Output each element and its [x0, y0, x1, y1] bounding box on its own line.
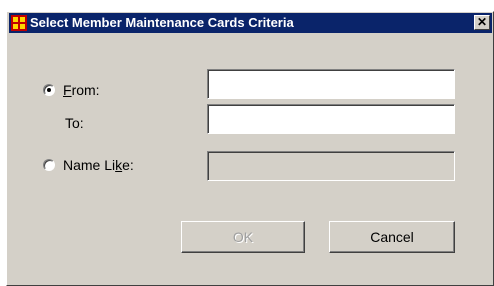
title-bar[interactable]: Select Member Maintenance Cards Criteria… [9, 13, 492, 33]
dialog-title: Select Member Maintenance Cards Criteria [30, 15, 294, 30]
close-icon: ✕ [476, 15, 488, 29]
ok-button[interactable]: OK [181, 221, 305, 253]
app-grid-icon [11, 15, 27, 31]
radio-selected-dot [47, 88, 51, 92]
name-like-label-prefix: Name Li [63, 157, 116, 173]
from-mnemonic: F [63, 82, 72, 98]
dialog-window: Select Member Maintenance Cards Criteria… [6, 11, 494, 286]
to-input[interactable] [207, 104, 455, 134]
from-input[interactable] [207, 69, 455, 99]
name-like-label: Name Like: [63, 157, 134, 173]
name-like-label-rest: e: [122, 157, 134, 173]
close-button[interactable]: ✕ [474, 15, 490, 30]
from-radio[interactable] [43, 84, 55, 96]
from-label-rest: rom: [71, 82, 100, 98]
cancel-button[interactable]: Cancel [329, 221, 455, 253]
name-like-radio[interactable] [43, 159, 55, 171]
name-like-input[interactable] [207, 151, 455, 181]
to-label: To: [65, 115, 84, 131]
from-label: From: [63, 82, 100, 98]
